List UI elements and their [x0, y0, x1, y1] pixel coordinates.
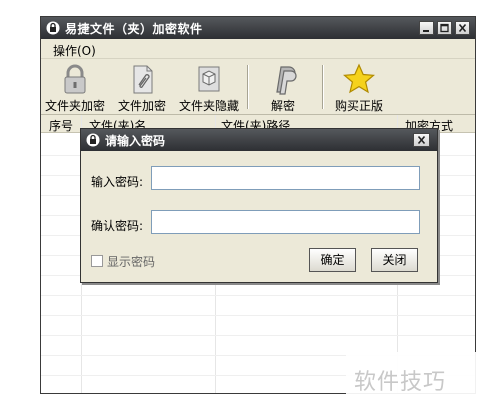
confirm-password-input[interactable]: [151, 210, 420, 234]
dialog-title-bar[interactable]: 请输入密码: [81, 129, 437, 151]
password-input[interactable]: [151, 166, 420, 190]
row-divider: [41, 295, 475, 296]
toolbar-label: 文件夹加密: [44, 99, 105, 113]
dialog-title: 请输入密码: [105, 134, 166, 148]
toolbar-label: 文件加密: [117, 99, 166, 113]
paypal-p-icon: [276, 66, 297, 95]
toolbar-separator: [247, 65, 249, 109]
dialog-close-button[interactable]: [413, 133, 430, 147]
app-lock-icon: [46, 21, 60, 35]
password-dialog: 请输入密码 输入密码: 确认密码: 显示密码 确定 关闭: [80, 128, 438, 283]
row-divider: [41, 335, 475, 336]
toolbar-label: 文件夹隐藏: [178, 99, 239, 113]
password-label: 输入密码:: [91, 175, 144, 189]
column-header-index[interactable]: 序号: [49, 117, 73, 134]
maximize-button[interactable]: [437, 21, 452, 35]
minimize-button[interactable]: [419, 21, 434, 35]
toolbar-separator: [322, 65, 324, 109]
dialog-close-text-button[interactable]: 关闭: [371, 248, 418, 272]
row-divider: [41, 315, 475, 316]
watermark-text: 软件技巧: [354, 370, 447, 395]
ok-button[interactable]: 确定: [309, 248, 356, 272]
menu-bar: 操作(O): [41, 39, 475, 59]
toolbar-folder-encrypt-button[interactable]: 文件夹加密: [43, 63, 107, 114]
toolbar: 文件夹加密 文件加密 文件夹隐藏 解密 购买正版: [41, 59, 475, 115]
close-button[interactable]: [455, 21, 470, 35]
checkbox-box[interactable]: [91, 255, 103, 267]
window-title: 易捷文件（夹）加密软件: [65, 22, 203, 36]
toolbar-file-encrypt-button[interactable]: 文件加密: [115, 63, 169, 114]
menu-operate[interactable]: 操作(O): [53, 42, 96, 59]
toolbar-label: 解密: [270, 99, 295, 113]
dialog-lock-icon: [86, 133, 100, 147]
toolbar-decrypt-button[interactable]: 解密: [261, 63, 305, 114]
title-bar[interactable]: 易捷文件（夹）加密软件: [41, 17, 475, 39]
star-icon: [343, 63, 375, 94]
watermark: 软件技巧: [346, 352, 494, 420]
show-password-label: 显示密码: [107, 255, 156, 269]
file-paperclip-icon: [133, 65, 153, 94]
box-icon: [198, 66, 220, 92]
confirm-password-label: 确认密码:: [91, 219, 144, 233]
toolbar-buy-button[interactable]: 购买正版: [331, 63, 387, 114]
padlock-icon: [64, 64, 86, 94]
toolbar-label: 购买正版: [334, 99, 383, 113]
toolbar-folder-hide-button[interactable]: 文件夹隐藏: [177, 63, 241, 114]
